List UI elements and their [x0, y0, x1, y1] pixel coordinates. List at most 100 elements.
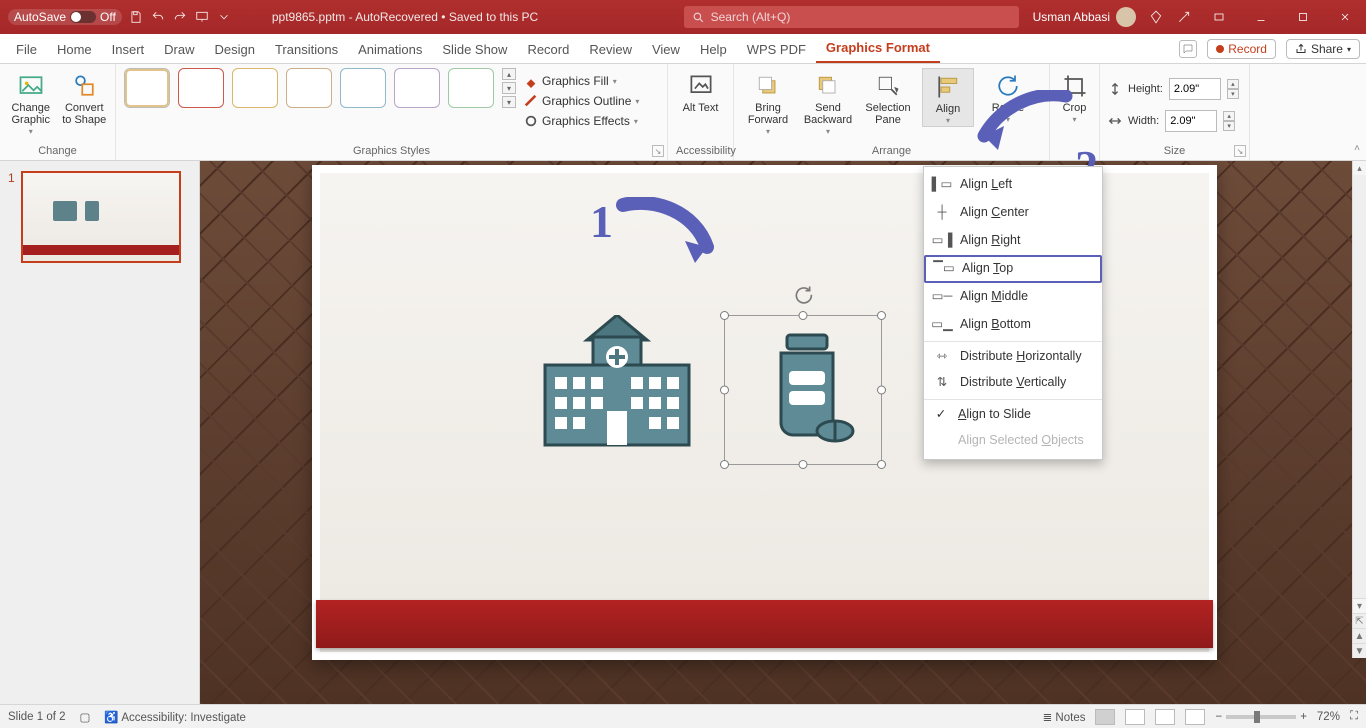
- style-swatch[interactable]: [394, 68, 440, 108]
- comments-button[interactable]: [1179, 40, 1197, 58]
- height-input[interactable]: [1169, 78, 1221, 100]
- convert-to-shape-button[interactable]: Convert to Shape: [62, 68, 108, 126]
- tab-file[interactable]: File: [6, 36, 47, 63]
- resize-handle[interactable]: [877, 460, 886, 469]
- spellcheck-icon[interactable]: ▢: [80, 710, 91, 724]
- graphics-styles-gallery[interactable]: ▴▾▾: [124, 68, 516, 108]
- align-top-item[interactable]: ▔▭Align Top: [924, 255, 1102, 283]
- resize-handle[interactable]: [799, 460, 808, 469]
- align-left-item[interactable]: ▌▭Align Left: [924, 171, 1102, 199]
- align-button[interactable]: Align▾ ▌▭Align Left ┼Align Center ▭▐Alig…: [922, 68, 974, 127]
- undo-icon[interactable]: [150, 9, 166, 25]
- notes-button[interactable]: ≣ Notes: [1043, 710, 1086, 724]
- resize-handle[interactable]: [877, 386, 886, 395]
- autosave-toggle[interactable]: AutoSave Off: [8, 9, 122, 25]
- tab-insert[interactable]: Insert: [102, 36, 155, 63]
- align-right-item[interactable]: ▭▐Align Right: [924, 227, 1102, 255]
- account-button[interactable]: Usman Abbasi: [1033, 7, 1136, 27]
- slide-thumbnail-1[interactable]: [21, 171, 181, 263]
- tab-draw[interactable]: Draw: [154, 36, 204, 63]
- resize-handle[interactable]: [720, 386, 729, 395]
- tab-review[interactable]: Review: [579, 36, 642, 63]
- ribbon-display-icon[interactable]: [1204, 2, 1234, 32]
- align-to-slide-item[interactable]: ✓Align to Slide: [924, 399, 1102, 427]
- zoom-out-icon[interactable]: −: [1215, 711, 1222, 723]
- hospital-graphic[interactable]: [537, 315, 697, 450]
- send-backward-button[interactable]: Send Backward▾: [802, 68, 854, 137]
- graphics-outline-button[interactable]: Graphics Outline▾: [524, 94, 639, 108]
- style-swatch[interactable]: [178, 68, 224, 108]
- style-swatch[interactable]: [232, 68, 278, 108]
- redo-icon[interactable]: [172, 9, 188, 25]
- scroll-down-icon[interactable]: ▾: [1353, 598, 1366, 613]
- record-button[interactable]: Record: [1207, 39, 1276, 59]
- tab-record[interactable]: Record: [517, 36, 579, 63]
- crop-button[interactable]: Crop▾: [1058, 68, 1091, 125]
- close-icon[interactable]: [1330, 2, 1360, 32]
- tab-view[interactable]: View: [642, 36, 690, 63]
- alt-text-button[interactable]: Alt Text: [676, 68, 725, 114]
- tab-graphics-format[interactable]: Graphics Format: [816, 34, 940, 63]
- slide-sorter-view-button[interactable]: [1125, 709, 1145, 725]
- resize-handle[interactable]: [799, 311, 808, 320]
- resize-handle[interactable]: [720, 311, 729, 320]
- bring-forward-button[interactable]: Bring Forward▾: [742, 68, 794, 137]
- prev-slide-icon[interactable]: ▲: [1353, 628, 1366, 643]
- vertical-scrollbar[interactable]: ▴ ▾ ⇱ ▲ ▼: [1352, 161, 1366, 658]
- rotate-button[interactable]: Rotate▾: [982, 68, 1034, 125]
- tab-help[interactable]: Help: [690, 36, 737, 63]
- maximize-icon[interactable]: [1288, 2, 1318, 32]
- scroll-up-icon[interactable]: ▴: [1353, 161, 1366, 175]
- collapse-ribbon-icon[interactable]: ˄: [1354, 143, 1360, 154]
- minimize-icon[interactable]: [1246, 2, 1276, 32]
- reading-view-button[interactable]: [1155, 709, 1175, 725]
- align-bottom-item[interactable]: ▭▁Align Bottom: [924, 311, 1102, 339]
- slide-indicator[interactable]: Slide 1 of 2: [8, 711, 66, 723]
- dialog-launcher-icon[interactable]: ↘: [652, 145, 664, 157]
- style-swatch[interactable]: [124, 68, 170, 108]
- style-swatch[interactable]: [448, 68, 494, 108]
- fit-to-window-icon[interactable]: ⛶: [1350, 710, 1358, 723]
- resize-handle[interactable]: [877, 311, 886, 320]
- selection-box[interactable]: [724, 315, 882, 465]
- tab-home[interactable]: Home: [47, 36, 102, 63]
- accessibility-status[interactable]: ♿ Accessibility: Investigate: [104, 710, 246, 724]
- gallery-scroll[interactable]: ▴▾▾: [502, 68, 516, 108]
- tab-wps-pdf[interactable]: WPS PDF: [737, 36, 816, 63]
- normal-view-button[interactable]: [1095, 709, 1115, 725]
- graphics-fill-button[interactable]: Graphics Fill▾: [524, 74, 639, 88]
- next-slide-icon[interactable]: ▼: [1353, 643, 1366, 658]
- distribute-horizontally-item[interactable]: ⇿Distribute Horizontally: [924, 341, 1102, 369]
- zoom-in-icon[interactable]: +: [1300, 711, 1307, 723]
- selection-pane-button[interactable]: Selection Pane: [862, 68, 914, 126]
- style-swatch[interactable]: [286, 68, 332, 108]
- tab-transitions[interactable]: Transitions: [265, 36, 348, 63]
- slideshow-view-button[interactable]: [1185, 709, 1205, 725]
- graphics-effects-button[interactable]: Graphics Effects▾: [524, 114, 639, 128]
- zoom-level[interactable]: 72%: [1317, 711, 1340, 723]
- tab-design[interactable]: Design: [205, 36, 265, 63]
- dialog-launcher-icon[interactable]: ↘: [1234, 145, 1246, 157]
- align-center-item[interactable]: ┼Align Center: [924, 199, 1102, 227]
- qat-customize-icon[interactable]: [216, 9, 232, 25]
- zoom-slider[interactable]: − +: [1215, 711, 1306, 723]
- selection-pane-icon: [874, 72, 902, 100]
- wand-icon[interactable]: [1176, 9, 1192, 25]
- change-graphic-button[interactable]: Change Graphic▾: [8, 68, 54, 137]
- present-from-beginning-icon[interactable]: [194, 9, 210, 25]
- tab-slideshow[interactable]: Slide Show: [432, 36, 517, 63]
- share-button[interactable]: Share▾: [1286, 39, 1360, 59]
- width-input[interactable]: [1165, 110, 1217, 132]
- align-middle-item[interactable]: ▭─Align Middle: [924, 283, 1102, 311]
- search-input[interactable]: Search (Alt+Q): [684, 6, 1019, 28]
- rotate-handle-icon[interactable]: [793, 284, 813, 309]
- diamond-icon[interactable]: [1148, 9, 1164, 25]
- fit-width-icon[interactable]: ⇱: [1353, 613, 1366, 628]
- save-icon[interactable]: [128, 9, 144, 25]
- height-stepper[interactable]: ▴▾: [1227, 79, 1239, 99]
- tab-animations[interactable]: Animations: [348, 36, 432, 63]
- distribute-vertically-item[interactable]: ⇅Distribute Vertically: [924, 369, 1102, 397]
- resize-handle[interactable]: [720, 460, 729, 469]
- style-swatch[interactable]: [340, 68, 386, 108]
- width-stepper[interactable]: ▴▾: [1223, 111, 1235, 131]
